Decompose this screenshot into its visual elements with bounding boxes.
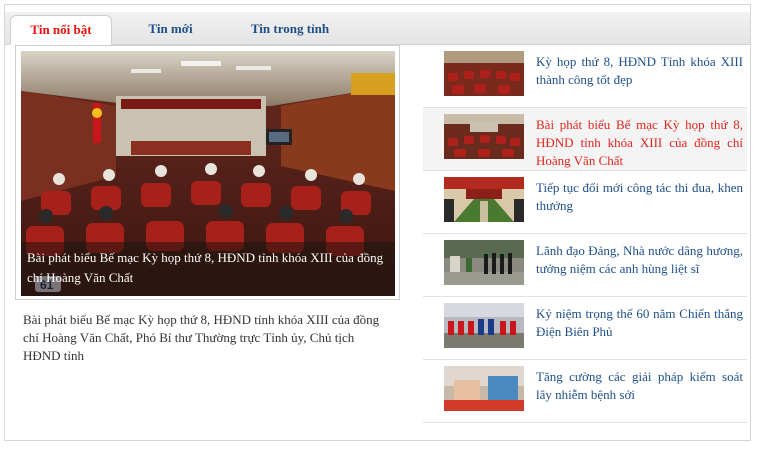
- news-thumbnail[interactable]: [444, 51, 524, 96]
- featured-summary: Bài phát biểu Bế mạc Kỳ họp thứ 8, HĐND …: [23, 312, 380, 363]
- news-item[interactable]: Tiếp tục đổi mới công tác thi đua, khen …: [423, 171, 747, 234]
- news-thumbnail[interactable]: [444, 240, 524, 285]
- news-thumbnail[interactable]: [444, 303, 524, 348]
- news-widget: Tin nổi bật Tin mới Tin trong tỉnh Bài p…: [4, 4, 751, 441]
- news-thumbnail[interactable]: [444, 366, 524, 411]
- tab-featured[interactable]: Tin nổi bật: [10, 15, 112, 45]
- tab-bar: Tin nổi bật Tin mới Tin trong tỉnh: [5, 12, 750, 45]
- news-item[interactable]: Bài phát biểu Bế mạc Kỳ họp thứ 8, HĐND …: [423, 108, 747, 171]
- featured-caption[interactable]: Bài phát biểu Bế mạc Kỳ họp thứ 8, HĐND …: [21, 242, 395, 296]
- featured-article[interactable]: 61 Bài phát biểu Bế mạc Kỳ họp thứ 8, HĐ…: [15, 45, 400, 300]
- news-item[interactable]: Tăng cường các giải pháp kiểm soát lây n…: [423, 360, 747, 423]
- news-title[interactable]: Kỷ niệm trọng thể 60 năm Chiến thắng Điệ…: [536, 305, 743, 341]
- featured-photo[interactable]: 61 Bài phát biểu Bế mạc Kỳ họp thứ 8, HĐ…: [21, 51, 395, 296]
- tab-latest[interactable]: Tin mới: [123, 15, 218, 43]
- news-item[interactable]: Kỷ niệm trọng thể 60 năm Chiến thắng Điệ…: [423, 297, 747, 360]
- news-item[interactable]: Kỳ họp thứ 8, HĐND Tỉnh khóa XIII thành …: [423, 45, 747, 108]
- tab-province[interactable]: Tin trong tỉnh: [230, 15, 350, 43]
- news-title[interactable]: Lãnh đạo Đảng, Nhà nước dâng hương, tưởn…: [536, 242, 743, 278]
- news-title[interactable]: Bài phát biểu Bế mạc Kỳ họp thứ 8, HĐND …: [536, 116, 743, 170]
- news-title[interactable]: Tiếp tục đổi mới công tác thi đua, khen …: [536, 179, 743, 215]
- news-list: Kỳ họp thứ 8, HĐND Tỉnh khóa XIII thành …: [423, 45, 747, 423]
- news-title[interactable]: Kỳ họp thứ 8, HĐND Tỉnh khóa XIII thành …: [536, 53, 743, 89]
- news-item[interactable]: Lãnh đạo Đảng, Nhà nước dâng hương, tưởn…: [423, 234, 747, 297]
- news-thumbnail[interactable]: [444, 114, 524, 159]
- news-thumbnail[interactable]: [444, 177, 524, 222]
- news-title[interactable]: Tăng cường các giải pháp kiểm soát lây n…: [536, 368, 743, 404]
